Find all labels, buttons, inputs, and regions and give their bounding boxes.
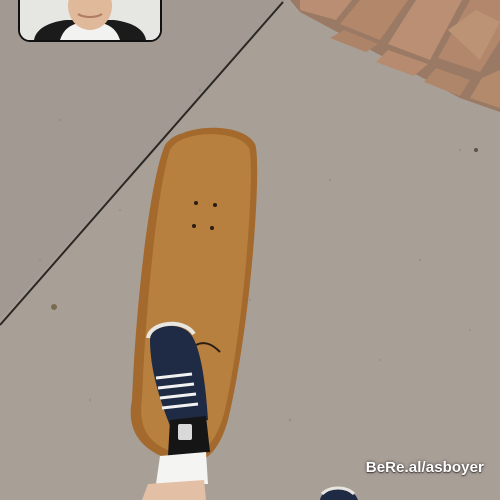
bereal-photo: BeRe.al/asboyer (0, 0, 500, 500)
selfie-thumbnail[interactable] (18, 0, 162, 42)
selfie-thumbnail-icon (20, 0, 160, 40)
bereal-watermark: BeRe.al/asboyer (365, 459, 484, 476)
back-camera-photo (0, 0, 500, 500)
